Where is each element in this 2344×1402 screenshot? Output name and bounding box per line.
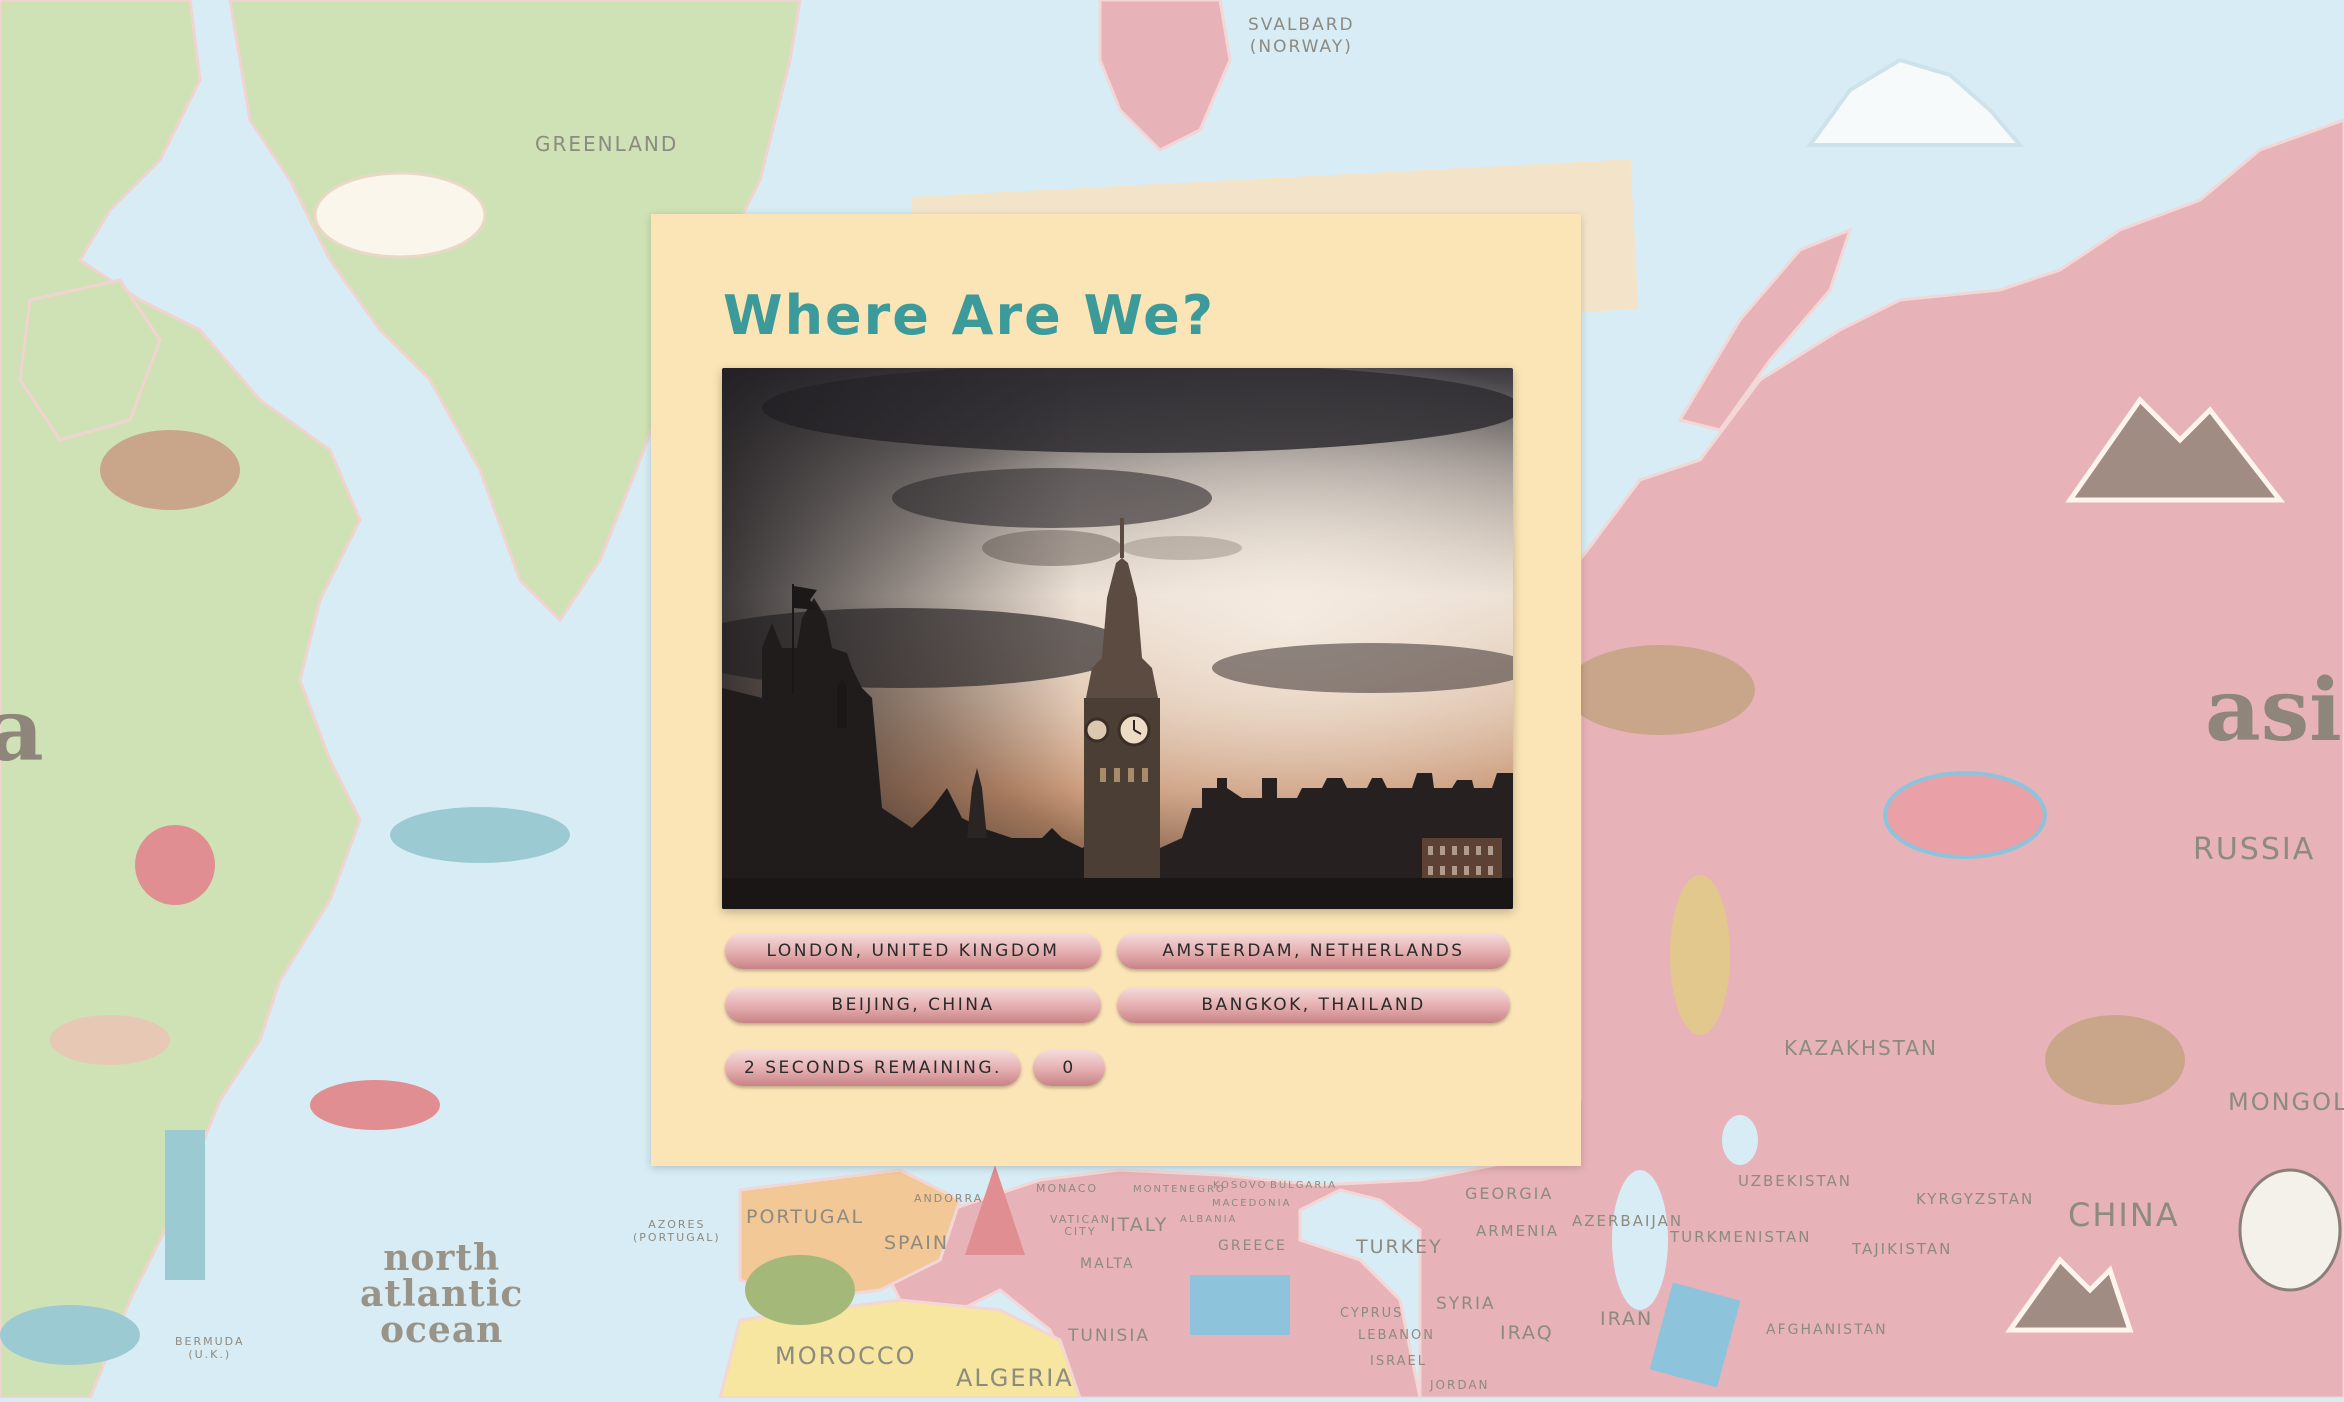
label-azores: AZORES (PORTUGAL) [633,1218,721,1244]
label-china: CHINA [2068,1196,2180,1234]
label-andorra: ANDORRA [914,1192,984,1205]
olive-illustration [745,1255,855,1325]
label-algeria: ALGERIA [956,1364,1074,1392]
countdown-timer: 2 seconds remaining. [725,1050,1021,1086]
label-spain: SPAIN [884,1232,950,1254]
score-counter: 0 [1033,1050,1105,1086]
label-jordan: JORDAN [1430,1378,1490,1392]
label-kyrgyzstan: KYRGYZSTAN [1916,1190,2035,1208]
label-america-fragment: a [0,680,44,781]
label-iran: IRAN [1600,1308,1654,1330]
label-morocco: MOROCCO [775,1342,917,1370]
label-syria: SYRIA [1436,1294,1496,1314]
answer-button-bangkok[interactable]: Bangkok, Thailand [1117,987,1510,1023]
label-turkey: TURKEY [1356,1236,1443,1258]
label-greenland: GREENLAND [535,132,679,156]
caspian-sea [1612,1170,1668,1310]
label-italy: ITALY [1110,1214,1169,1236]
label-monaco: MONACO [1036,1182,1099,1195]
fish-illustration [390,807,570,863]
big-ben-photo-illustration [722,368,1513,909]
label-bulgaria: BULGARIA [1270,1180,1338,1191]
label-cyprus: CYPRUS [1340,1306,1404,1321]
plane-illustration [0,1305,140,1365]
label-bermuda: BERMUDA (U.K.) [175,1335,245,1361]
aral-sea [1722,1115,1758,1165]
label-lebanon: LEBANON [1358,1328,1435,1343]
label-armenia: ARMENIA [1476,1222,1560,1240]
yak-illustration [2045,1015,2185,1105]
lobster-illustration [310,1080,440,1130]
statue-of-liberty-illustration [165,1130,205,1280]
moose-illustration [100,430,240,510]
label-greece: GREECE [1218,1238,1287,1254]
label-montenegro: MONTENEGRO [1133,1184,1226,1195]
label-kosovo: KOSOVO [1213,1180,1268,1191]
answer-button-beijing[interactable]: Beijing, China [725,987,1101,1023]
wheat-illustration [1670,875,1730,1035]
label-macedonia: MACEDONIA [1212,1198,1292,1209]
answer-button-amsterdam[interactable]: Amsterdam, Netherlands [1117,933,1510,969]
label-mongolia: MONGOL [2228,1088,2344,1116]
polar-bear-illustration [313,171,487,259]
label-afghanistan: AFGHANISTAN [1766,1322,1888,1338]
label-asia: asia [2205,660,2344,761]
label-russia: RUSSIA [2193,832,2316,867]
label-albania: ALBANIA [1180,1214,1238,1225]
label-north-atlantic: north atlantic ocean [360,1237,524,1351]
label-vatican: VATICAN CITY [1050,1213,1111,1238]
matryoshka-illustration [1883,771,2047,859]
label-svalbard: SVALBARD (NORWAY) [1248,15,1355,57]
label-portugal: PORTUGAL [746,1206,865,1228]
location-photo [722,368,1513,909]
answer-button-london[interactable]: London, United Kingdom [725,933,1101,969]
label-israel: ISRAEL [1370,1354,1427,1369]
label-georgia: GEORGIA [1465,1184,1554,1203]
label-malta: MALTA [1080,1256,1135,1272]
label-iraq: IRAQ [1500,1322,1554,1344]
quiz-title: Where Are We? [723,284,1216,347]
pipe-illustration [50,1015,170,1065]
label-kazakhstan: KAZAKHSTAN [1784,1036,1938,1060]
maple-leaf-illustration [135,825,215,905]
panda-illustration [2238,1168,2342,1292]
label-turkmenistan: TURKMENISTAN [1670,1228,1812,1246]
label-uzbekistan: UZBEKISTAN [1738,1172,1853,1190]
label-tajikistan: TAJIKISTAN [1852,1240,1953,1258]
label-tunisia: TUNISIA [1068,1326,1150,1346]
quiz-card: Where Are We? LONDON, UNITED KINGDOM AMS… [651,214,1581,1166]
label-azerbaijan: AZERBAIJAN [1572,1212,1684,1230]
brown-bear-illustration [1565,645,1755,735]
greek-temple-illustration [1190,1275,1290,1335]
